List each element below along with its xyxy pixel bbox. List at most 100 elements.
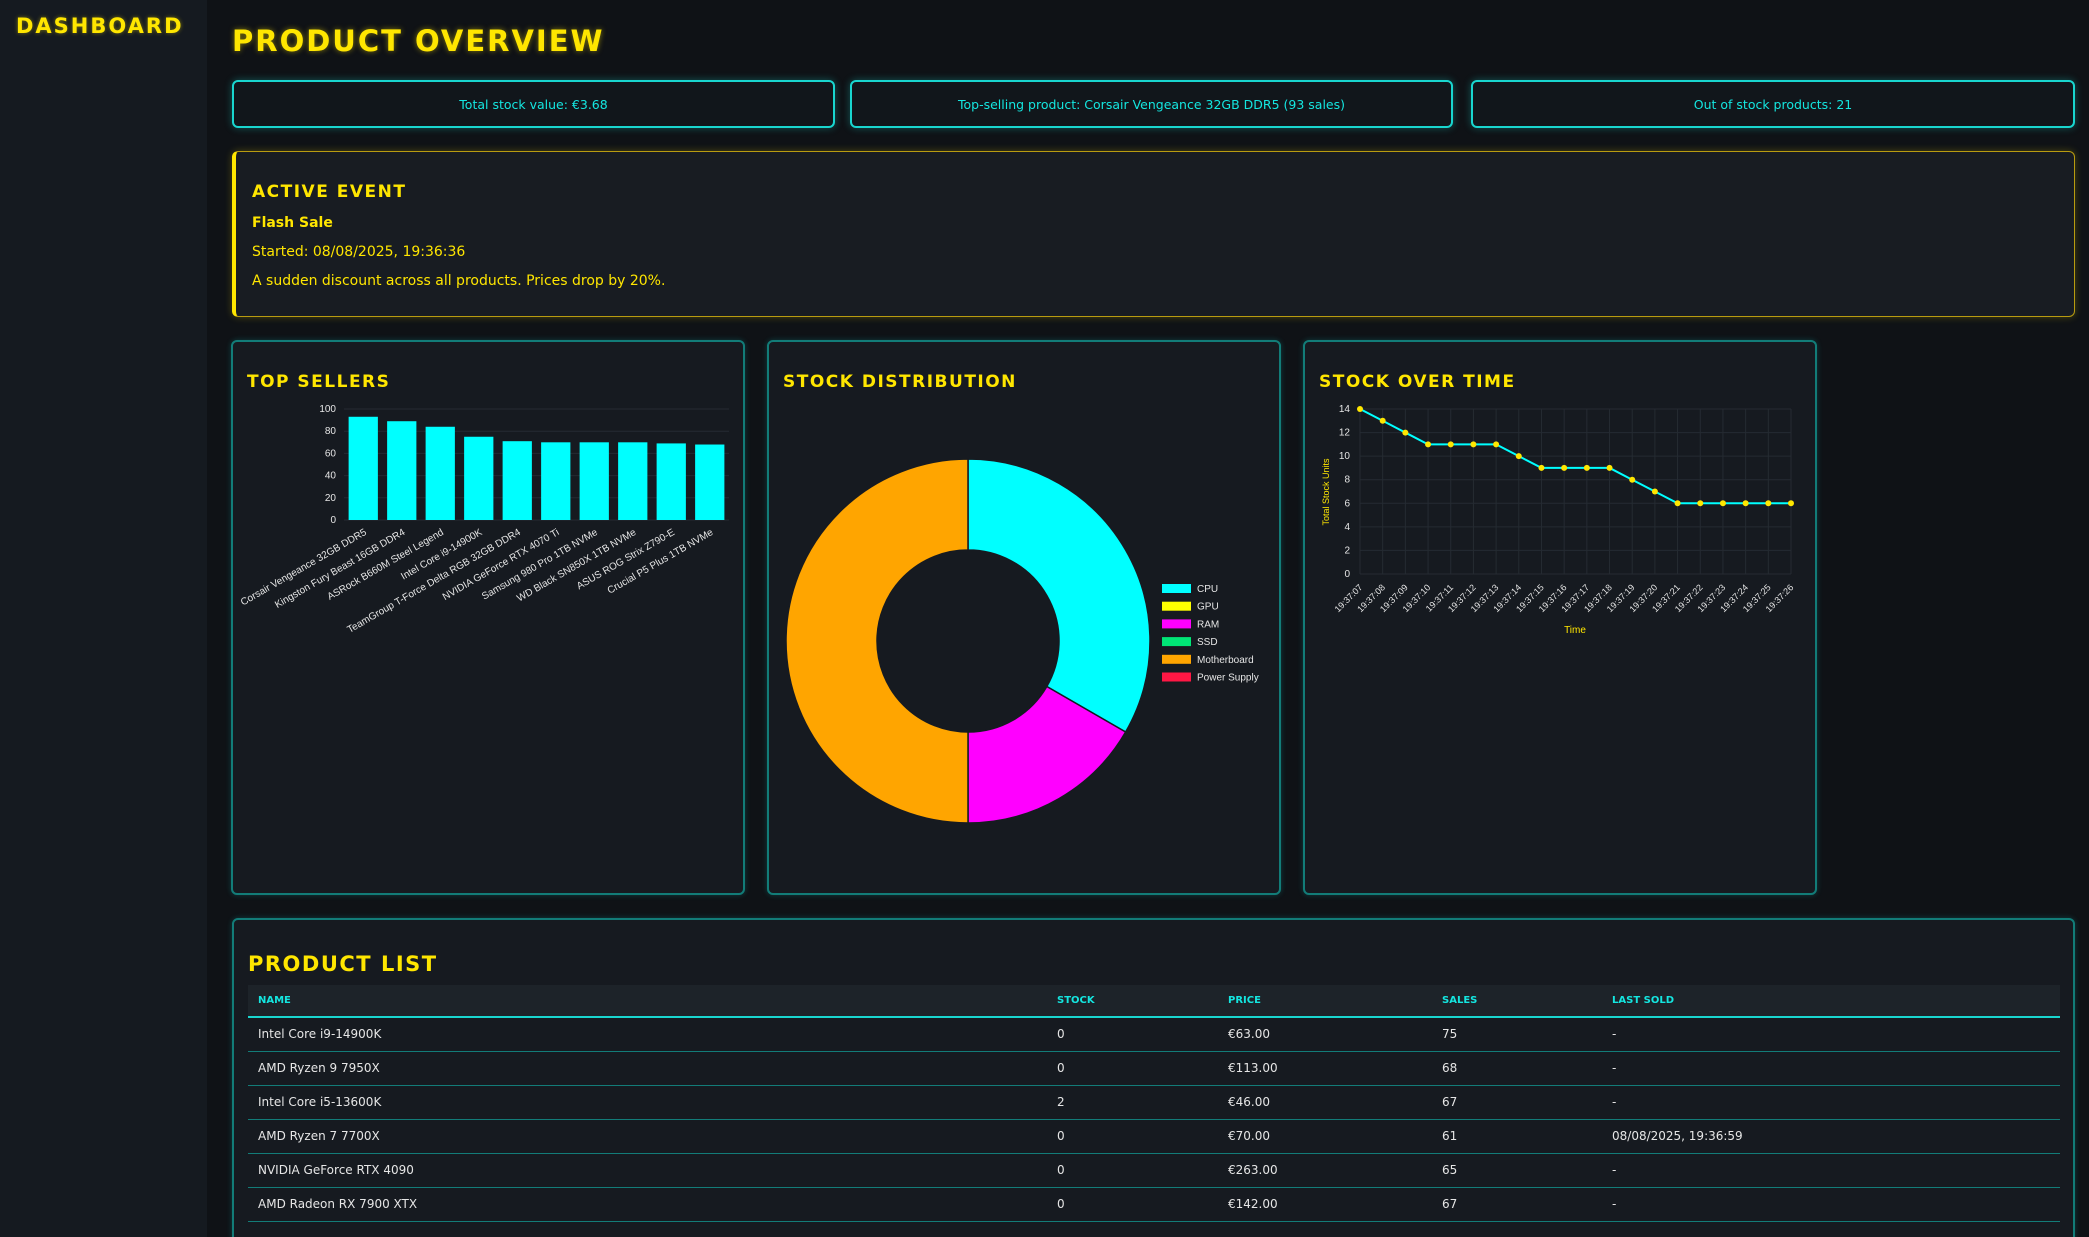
event-description: A sudden discount across all products. P… [252, 273, 666, 289]
cell-last-sold: - [1602, 1153, 2060, 1188]
stock-distribution-chart: CPU GPU RAM SSD Motherboard Power Supply [785, 458, 1259, 824]
table-row[interactable]: AMD Ryzen 7 7700X 0 €70.00 61 08/08/2025, 19… [248, 1119, 2060, 1154]
y-tick-label: 4 [1344, 522, 1350, 533]
data-point[interactable] [1538, 464, 1545, 471]
table-row[interactable]: Intel Core i9-14900K 0 €63.00 75- [248, 1017, 2060, 1052]
y-axis-label: Total Stock Units [1321, 458, 1331, 526]
stat-card-out-of-stock: Out of stock products: 21 [1471, 80, 2075, 128]
cell-stock: 0 [1047, 1051, 1218, 1086]
data-point[interactable] [1606, 464, 1613, 471]
cell-name: Intel Core i9-14900K [248, 1017, 1047, 1052]
product-table: NAME STOCK PRICE SALES LAST SOLD Intel C… [248, 985, 2060, 1222]
cell-stock: 0 [1047, 1187, 1218, 1222]
y-tick-label: 6 [1344, 498, 1350, 509]
y-tick-label: 100 [319, 404, 336, 415]
bar[interactable] [464, 436, 494, 520]
bar[interactable] [541, 442, 571, 520]
data-point[interactable] [1788, 500, 1794, 507]
column-header-sales[interactable]: SALES [1432, 985, 1602, 1017]
cell-sales: 65 [1432, 1153, 1602, 1188]
event-heading: ACTIVE EVENT [252, 182, 407, 202]
cell-stock: 2 [1047, 1085, 1218, 1120]
cell-price: €263.00 [1218, 1153, 1432, 1188]
bar[interactable] [425, 426, 455, 520]
cell-last-sold: - [1602, 1085, 2060, 1120]
data-point[interactable] [1697, 500, 1704, 507]
product-table-body: Intel Core i9-14900K 0 €63.00 75- AMD Ryzen … [248, 1017, 2060, 1222]
cell-stock: 0 [1047, 1153, 1218, 1188]
data-point[interactable] [1379, 417, 1386, 424]
data-point[interactable] [1674, 500, 1681, 507]
product-list-title: PRODUCT LIST [248, 952, 438, 976]
cell-name: Intel Core i5-13600K [248, 1085, 1047, 1120]
legend-swatch [1162, 654, 1191, 664]
cell-price: €46.00 [1218, 1085, 1432, 1120]
top-sellers-panel: TOP SELLERS 0 20 40 60 80 100 Corsair Vengeanc… [231, 340, 745, 895]
table-row[interactable]: AMD Ryzen 9 7950X 0 €113.00 68- [248, 1051, 2060, 1086]
pie-slice[interactable] [967, 458, 1151, 734]
event-started: Started: 08/08/2025, 19:36:36 [252, 244, 466, 260]
data-point[interactable] [1470, 441, 1477, 448]
y-tick-label: 80 [325, 426, 337, 437]
y-tick-label: 40 [325, 471, 337, 482]
stat-card-top-selling-product: Top-selling product: Corsair Vengeance 3… [850, 80, 1453, 128]
cell-last-sold: - [1602, 1051, 2060, 1086]
data-point[interactable] [1402, 429, 1409, 436]
product-list-panel: PRODUCT LIST NAME STOCK PRICE SALES LAST… [232, 918, 2075, 1237]
data-point[interactable] [1765, 500, 1772, 507]
y-tick-label: 14 [1339, 404, 1351, 415]
data-point[interactable] [1583, 464, 1590, 471]
data-point[interactable] [1629, 476, 1636, 483]
cell-last-sold: - [1602, 1187, 2060, 1222]
legend-label: CPU [1197, 584, 1218, 595]
legend-swatch [1162, 584, 1191, 593]
stock-over-time-chart: 0246810121419:37:0719:37:0819:37:0919:37… [1321, 404, 1795, 636]
legend-label: RAM [1197, 619, 1219, 630]
data-point[interactable] [1742, 500, 1749, 507]
bar[interactable] [579, 442, 609, 520]
bar[interactable] [695, 444, 725, 520]
cell-stock: 0 [1047, 1017, 1218, 1052]
active-event-card: ACTIVE EVENT Flash Sale Started: 08/08/2… [232, 151, 2075, 317]
y-tick-label: 12 [1339, 428, 1351, 439]
bar[interactable] [502, 441, 532, 520]
bar[interactable] [348, 416, 378, 520]
cell-name: AMD Ryzen 7 7700X [248, 1119, 1047, 1154]
data-point[interactable] [1719, 500, 1726, 507]
data-point[interactable] [1561, 464, 1568, 471]
data-point[interactable] [1425, 441, 1432, 448]
bar[interactable] [618, 442, 648, 520]
legend-label: Motherboard [1197, 655, 1254, 666]
pie-slice[interactable] [785, 458, 969, 824]
legend-swatch [1162, 601, 1191, 611]
table-row[interactable]: AMD Radeon RX 7900 XTX 0 €142.00 67- [248, 1187, 2060, 1222]
table-row[interactable]: Intel Core i5-13600K 2 €46.00 67- [248, 1085, 2060, 1120]
page-title: PRODUCT OVERVIEW [232, 24, 605, 58]
bar[interactable] [387, 421, 417, 520]
data-point[interactable] [1447, 441, 1454, 448]
data-point[interactable] [1515, 453, 1522, 460]
column-header-stock[interactable]: STOCK [1047, 985, 1218, 1017]
y-tick-label: 0 [1344, 569, 1350, 580]
cell-price: €63.00 [1218, 1017, 1432, 1052]
data-point[interactable] [1493, 441, 1500, 448]
main-content: PRODUCT OVERVIEW Total stock value: €3.6… [207, 0, 2089, 1237]
column-header-price[interactable]: PRICE [1218, 985, 1432, 1017]
table-row[interactable]: NVIDIA GeForce RTX 4090 0 €263.00 65- [248, 1153, 2060, 1188]
x-axis-label: Time [1564, 625, 1586, 636]
legend-swatch [1162, 672, 1191, 682]
bar[interactable] [656, 443, 686, 520]
stock-distribution-panel: STOCK DISTRIBUTION CPU GPU RAM SSD Motherboa… [767, 340, 1281, 895]
sidebar-title[interactable]: DASHBOARD [16, 14, 184, 38]
cell-last-sold: - [1602, 1017, 2060, 1052]
legend-swatch [1162, 637, 1191, 647]
cell-sales: 67 [1432, 1187, 1602, 1222]
cell-sales: 61 [1432, 1119, 1602, 1154]
data-point[interactable] [1651, 488, 1658, 495]
cell-sales: 75 [1432, 1017, 1602, 1052]
column-header-last-sold[interactable]: LAST SOLD [1602, 985, 2060, 1017]
data-point[interactable] [1357, 406, 1363, 412]
column-header-name[interactable]: NAME [248, 985, 1047, 1017]
cell-sales: 68 [1432, 1051, 1602, 1086]
y-tick-label: 60 [325, 448, 337, 459]
